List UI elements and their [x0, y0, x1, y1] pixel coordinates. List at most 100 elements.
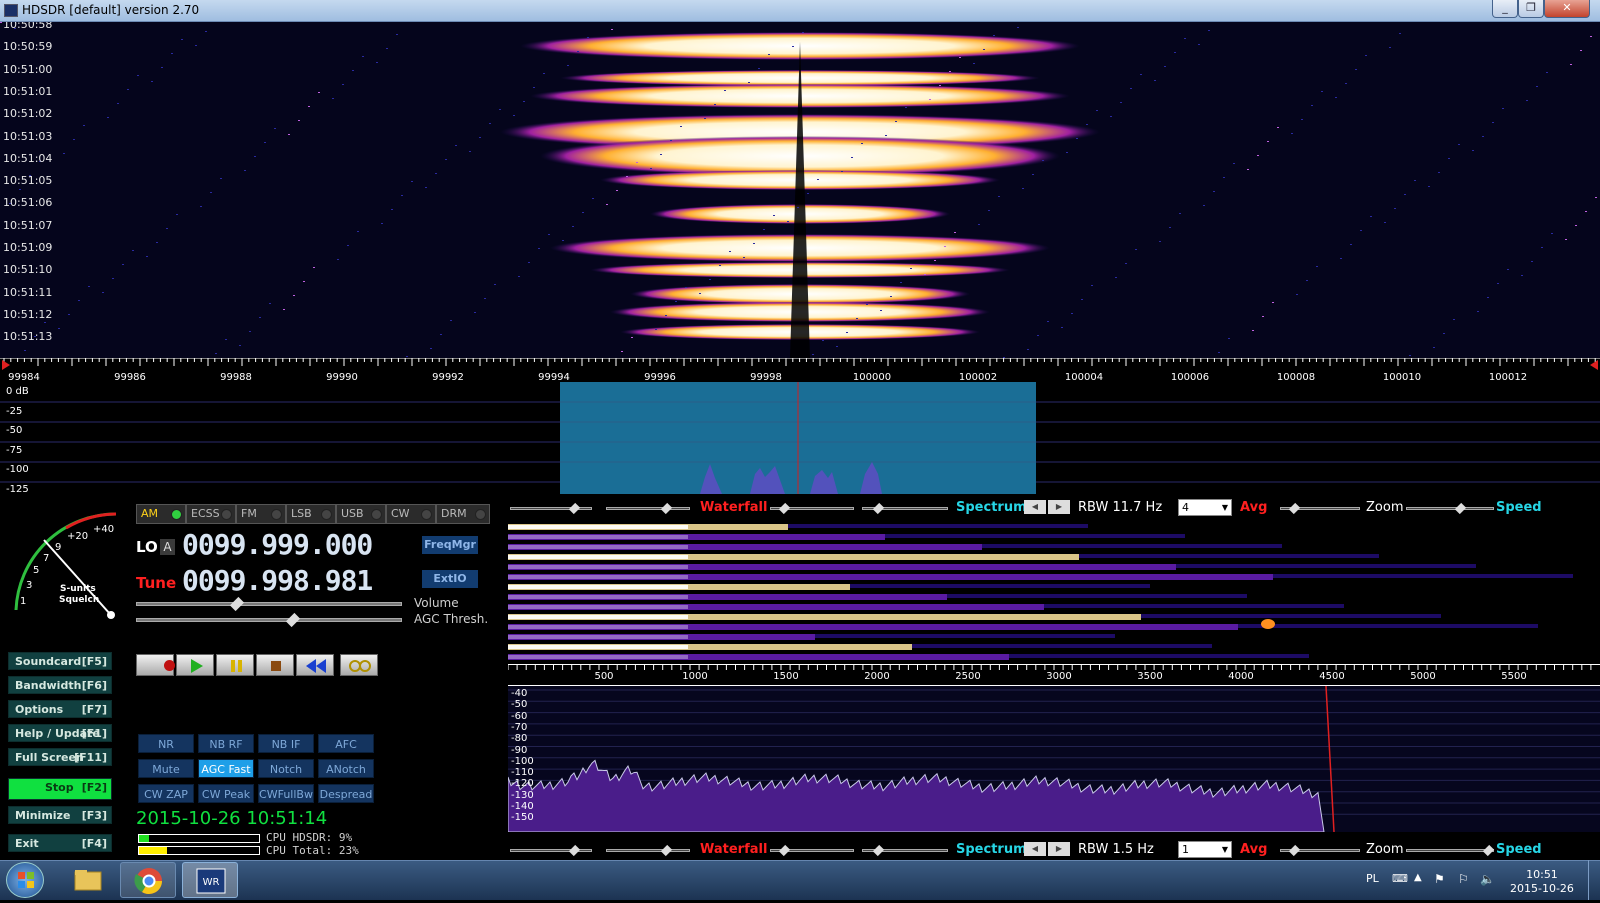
cw-peak-button[interactable]: CW Peak	[198, 784, 254, 803]
button-label: Minimize	[15, 809, 71, 822]
waterfall-noise-speck	[83, 125, 85, 126]
network-icon[interactable]: ⚑	[1434, 872, 1445, 886]
tune-frequency[interactable]: 0099.998.981	[182, 564, 373, 597]
scroll-right-marker[interactable]	[1590, 360, 1598, 370]
loop-button[interactable]	[340, 654, 378, 676]
rf-waterfall[interactable]: 10:50:58 10:50:59 10:51:00 10:51:01 10:51:02…	[0, 22, 1600, 358]
stop-button[interactable]: Stop [F2]	[8, 778, 112, 800]
keyboard-icon[interactable]: ⌨	[1392, 872, 1408, 885]
action-center-icon[interactable]: ⚐	[1458, 872, 1469, 886]
waterfall-noise-speck	[474, 312, 476, 313]
af-waterfall[interactable]	[508, 518, 1600, 662]
display-slider[interactable]	[510, 844, 592, 857]
af-spectrum[interactable]	[508, 686, 1600, 832]
lo-frequency[interactable]: 0099.999.000	[182, 528, 373, 561]
despread-button[interactable]: Despread	[318, 784, 374, 803]
rbw-increase-button[interactable]: ▶	[1048, 842, 1070, 856]
play-button[interactable]	[176, 654, 214, 676]
close-button[interactable]: ✕	[1544, 0, 1590, 18]
mode-drm-button[interactable]: DRM	[436, 504, 490, 524]
soundcard-button[interactable]: Soundcard [F5]	[8, 652, 112, 670]
nb-rf-button[interactable]: NB RF	[198, 734, 254, 753]
record-button[interactable]	[136, 654, 175, 676]
display-slider[interactable]	[1406, 844, 1495, 857]
help-update-button[interactable]: Help / Update [F1]	[8, 724, 112, 742]
waterfall-noise-speck	[1482, 136, 1484, 137]
system-clock[interactable]: 10:51 2015-10-26	[1510, 868, 1574, 896]
volume-slider[interactable]	[136, 596, 402, 612]
display-slider[interactable]	[510, 502, 592, 515]
rbw-decrease-button[interactable]: ◀	[1024, 842, 1046, 856]
display-slider[interactable]	[1280, 844, 1360, 857]
passband-filter[interactable]	[560, 382, 1036, 494]
language-indicator[interactable]: PL	[1366, 872, 1379, 885]
waterfall-noise-speck	[318, 92, 320, 93]
display-slider[interactable]	[862, 502, 948, 515]
waterfall-noise-speck	[577, 51, 579, 52]
display-slider[interactable]	[770, 844, 854, 857]
rbw-increase-button[interactable]: ▶	[1048, 500, 1070, 514]
volume-icon[interactable]: 🔈	[1480, 872, 1495, 886]
rf-frequency-scale[interactable]: 99984 99986 99988 99990 99992 99994 99996 99998…	[0, 358, 1600, 383]
options-button[interactable]: Options [F7]	[8, 700, 112, 718]
display-slider[interactable]	[606, 502, 690, 515]
show-desktop-button[interactable]	[1588, 860, 1600, 900]
waterfall-noise-speck	[1296, 294, 1298, 295]
start-button[interactable]	[6, 862, 44, 898]
avg-select[interactable]: 4 ▼	[1178, 499, 1232, 516]
mute-button[interactable]: Mute	[138, 759, 194, 778]
stop-playback-button[interactable]	[256, 654, 294, 676]
agc-fast-button[interactable]: AGC Fast	[198, 759, 254, 778]
rbw-decrease-button[interactable]: ◀	[1024, 500, 1046, 514]
taskbar-hdsdr[interactable]: WR	[182, 862, 238, 898]
taskbar-chrome[interactable]	[120, 862, 176, 898]
display-slider[interactable]	[606, 844, 690, 857]
freqmgr-button[interactable]: FreqMgr	[422, 536, 478, 554]
mode-cw-button[interactable]: CW	[386, 504, 436, 524]
agc-threshold-slider[interactable]	[136, 612, 402, 628]
af-cutoff-marker[interactable]	[1325, 686, 1335, 832]
exit-button[interactable]: Exit [F4]	[8, 834, 112, 852]
display-slider[interactable]	[1406, 502, 1494, 515]
nb-if-button[interactable]: NB IF	[258, 734, 314, 753]
anotch-button[interactable]: ANotch	[318, 759, 374, 778]
show-hidden-icons-icon[interactable]: ▲	[1414, 872, 1422, 883]
extio-button[interactable]: ExtIO	[422, 570, 478, 588]
maximize-button[interactable]: ❐	[1518, 0, 1544, 18]
mode-am-button[interactable]: AM	[136, 504, 186, 524]
lo-a-button[interactable]: A	[160, 539, 175, 555]
scroll-left-marker[interactable]	[2, 360, 10, 370]
mode-fm-button[interactable]: FM	[236, 504, 286, 524]
af-waterfall-streak-core	[508, 535, 688, 539]
avg-select[interactable]: 1 ▼	[1178, 841, 1232, 858]
mode-lsb-button[interactable]: LSB	[286, 504, 336, 524]
minimize-button[interactable]: Minimize [F3]	[8, 806, 112, 824]
cwfullbw-button[interactable]: CWFullBw	[258, 784, 314, 803]
nr-button[interactable]: NR	[138, 734, 194, 753]
display-slider[interactable]	[1280, 502, 1360, 515]
slider-knob-icon	[872, 844, 885, 857]
display-slider[interactable]	[770, 502, 854, 515]
cpu-hdsdr-label: CPU HDSDR: 9%	[266, 831, 353, 844]
taskbar-explorer[interactable]	[60, 862, 116, 898]
waterfall-noise-speck	[1257, 155, 1259, 156]
cw-zap-button[interactable]: CW ZAP	[138, 784, 194, 803]
rewind-button[interactable]	[296, 654, 334, 676]
minimize-button[interactable]: _	[1492, 0, 1518, 18]
mode-usb-button[interactable]: USB	[336, 504, 386, 524]
pause-button[interactable]	[216, 654, 254, 676]
waterfall-noise-speck	[1394, 208, 1396, 209]
full-screen-button[interactable]: Full Screen [F11]	[8, 748, 112, 766]
af-frequency-scale[interactable]: 500 1000 1500 2000 2500 3000 3500 4000 4500 5000 5…	[507, 664, 1600, 686]
display-slider[interactable]	[862, 844, 948, 857]
afc-button[interactable]: AFC	[318, 734, 374, 753]
bandwidth-button[interactable]: Bandwidth [F6]	[8, 676, 112, 694]
waterfall-noise-speck	[998, 196, 1000, 197]
folder-icon	[74, 870, 102, 891]
notch-button[interactable]: Notch	[258, 759, 314, 778]
waterfall-noise-speck	[959, 57, 961, 58]
mode-ecss-button[interactable]: ECSS	[186, 504, 236, 524]
af-waterfall-tail	[982, 544, 1282, 548]
af-waterfall-tail	[850, 584, 1150, 588]
waterfall-noise-speck	[1443, 333, 1445, 334]
